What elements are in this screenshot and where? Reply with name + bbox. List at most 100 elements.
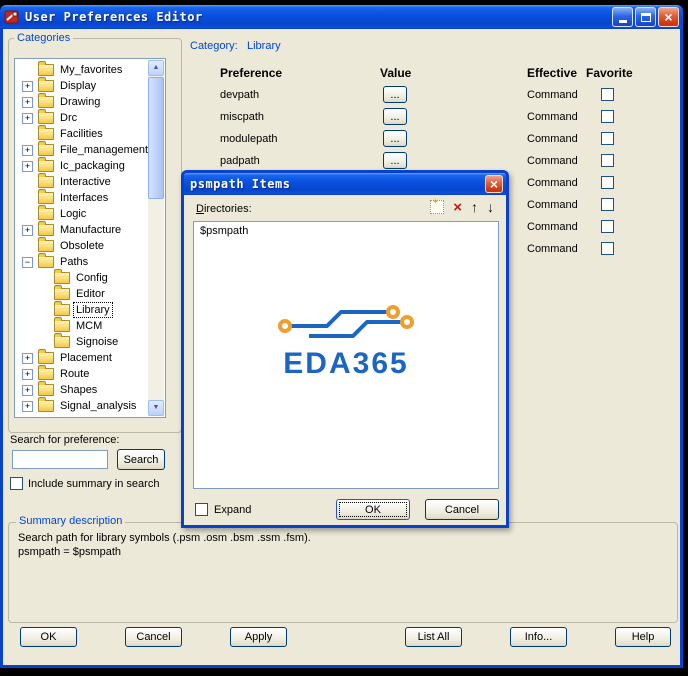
category-label: Category: [190, 40, 238, 52]
maximize-button[interactable] [635, 7, 656, 27]
value-browse-button[interactable]: ... [383, 130, 407, 147]
expand-plus-icon[interactable]: + [22, 352, 33, 364]
folder-icon [54, 317, 70, 332]
list-all-button[interactable]: List All [405, 627, 462, 647]
cancel-button[interactable]: Cancel [125, 627, 182, 647]
ok-button[interactable]: OK [20, 627, 77, 647]
summary-group-label: Summary description [16, 515, 126, 527]
apply-button[interactable]: Apply [230, 627, 287, 647]
favorite-checkbox[interactable] [601, 220, 614, 233]
dialog-close-icon: × [489, 176, 499, 192]
summary-line-2: psmpath = $psmpath [18, 546, 122, 558]
effective-value: Command [527, 111, 578, 123]
expand-plus-icon[interactable]: + [22, 368, 33, 380]
preference-row: modulepath... Command [0, 130, 688, 150]
column-header-favorite: Favorite [586, 66, 633, 80]
tree-item-label: Shapes [60, 384, 98, 396]
tree-item-shapes[interactable]: + Shapes [16, 381, 148, 398]
tree-item-library[interactable]: Library [16, 301, 148, 318]
folder-icon [38, 397, 54, 412]
categories-group-label: Categories [14, 32, 74, 44]
favorite-checkbox[interactable] [601, 132, 614, 145]
directories-toolbar: × ↑ ↓ [430, 197, 494, 215]
eda365-logo: EDA365 [194, 294, 498, 381]
help-button[interactable]: Help [615, 627, 671, 647]
app-icon [4, 10, 19, 24]
dialog-close-button[interactable]: × [485, 175, 503, 193]
directory-list-item[interactable]: $psmpath [194, 222, 498, 240]
dialog-title: psmpath Items [190, 177, 291, 191]
folder-icon [54, 285, 70, 300]
category-value: Library [247, 40, 281, 52]
favorite-checkbox[interactable] [601, 110, 614, 123]
delete-item-icon[interactable]: × [453, 200, 462, 215]
expand-checkbox[interactable] [195, 503, 208, 516]
expand-plus-icon[interactable]: + [22, 384, 33, 396]
window-title: User Preferences Editor [25, 10, 203, 24]
minimize-button[interactable] [612, 7, 633, 27]
value-browse-button[interactable]: ... [383, 108, 407, 125]
new-item-icon[interactable] [430, 197, 445, 214]
include-summary-checkbox[interactable] [10, 477, 23, 490]
effective-value: Command [527, 177, 578, 189]
column-header-value: Value [380, 66, 412, 80]
favorite-checkbox[interactable] [601, 242, 614, 255]
effective-value: Command [527, 199, 578, 211]
folder-icon [38, 61, 54, 76]
tree-item-signoise[interactable]: Signoise [16, 333, 148, 350]
eda365-logo-traces [278, 305, 414, 338]
search-button[interactable]: Search [117, 449, 165, 470]
preference-name: miscpath [220, 111, 265, 123]
preference-row: miscpath... Command [0, 108, 688, 128]
preference-name: devpath [220, 89, 260, 101]
dialog-cancel-button[interactable]: Cancel [425, 499, 499, 520]
preference-row: devpath... Command [0, 86, 688, 106]
tree-item-mcm[interactable]: MCM [16, 317, 148, 334]
folder-icon [54, 333, 70, 348]
column-header-effective: Effective [527, 66, 578, 80]
column-header-preference: Preference [220, 66, 283, 80]
preference-name: padpath [220, 155, 260, 167]
expand-label: Expand [214, 504, 252, 516]
tree-item-label: MCM [76, 320, 103, 332]
tree-item-label: Library [73, 302, 113, 318]
tree-item-editor[interactable]: Editor [16, 285, 148, 302]
move-up-icon[interactable]: ↑ [471, 200, 478, 214]
effective-value: Command [527, 221, 578, 233]
value-browse-button[interactable]: ... [383, 152, 407, 169]
scroll-down-button[interactable]: ▼ [148, 400, 164, 416]
favorite-checkbox[interactable] [601, 88, 614, 101]
maximize-icon [640, 13, 651, 22]
favorite-checkbox[interactable] [601, 198, 614, 211]
move-down-icon[interactable]: ↓ [487, 200, 494, 214]
dialog-titlebar[interactable]: psmpath Items × [184, 173, 506, 195]
tree-item-route[interactable]: + Route [16, 365, 148, 382]
window-titlebar[interactable]: User Preferences Editor × [0, 5, 683, 29]
search-for-preference-label: Search for preference: [10, 434, 120, 446]
folder-icon [38, 365, 54, 380]
scroll-up-button[interactable]: ▲ [148, 60, 164, 76]
summary-line-1: Search path for library symbols (.psm .o… [18, 532, 311, 544]
tree-item-signal_analysis[interactable]: + Signal_analysis [16, 397, 148, 414]
dialog-ok-button[interactable]: OK [336, 499, 410, 520]
favorite-checkbox[interactable] [601, 154, 614, 167]
folder-icon [38, 381, 54, 396]
directories-label: Directories: [196, 203, 252, 215]
tree-item-placement[interactable]: + Placement [16, 349, 148, 366]
dialog-body: Directories: × ↑ ↓ $psmpath [184, 195, 506, 525]
close-icon: × [664, 9, 673, 25]
info-button[interactable]: Info... [510, 627, 567, 647]
tree-item-my_favorites[interactable]: My_favorites [16, 61, 148, 78]
folder-icon [54, 269, 70, 284]
close-button[interactable]: × [658, 7, 679, 27]
value-browse-button[interactable]: ... [383, 86, 407, 103]
tree-item-label: Route [60, 368, 90, 380]
tree-item-label: Signal_analysis [60, 400, 137, 412]
favorite-checkbox[interactable] [601, 176, 614, 189]
tree-item-label: My_favorites [60, 64, 123, 76]
expand-plus-icon[interactable]: + [22, 400, 33, 412]
search-input[interactable] [12, 450, 108, 469]
tree-item-config[interactable]: Config [16, 269, 148, 286]
effective-value: Command [527, 155, 578, 167]
minimize-icon [618, 20, 627, 23]
